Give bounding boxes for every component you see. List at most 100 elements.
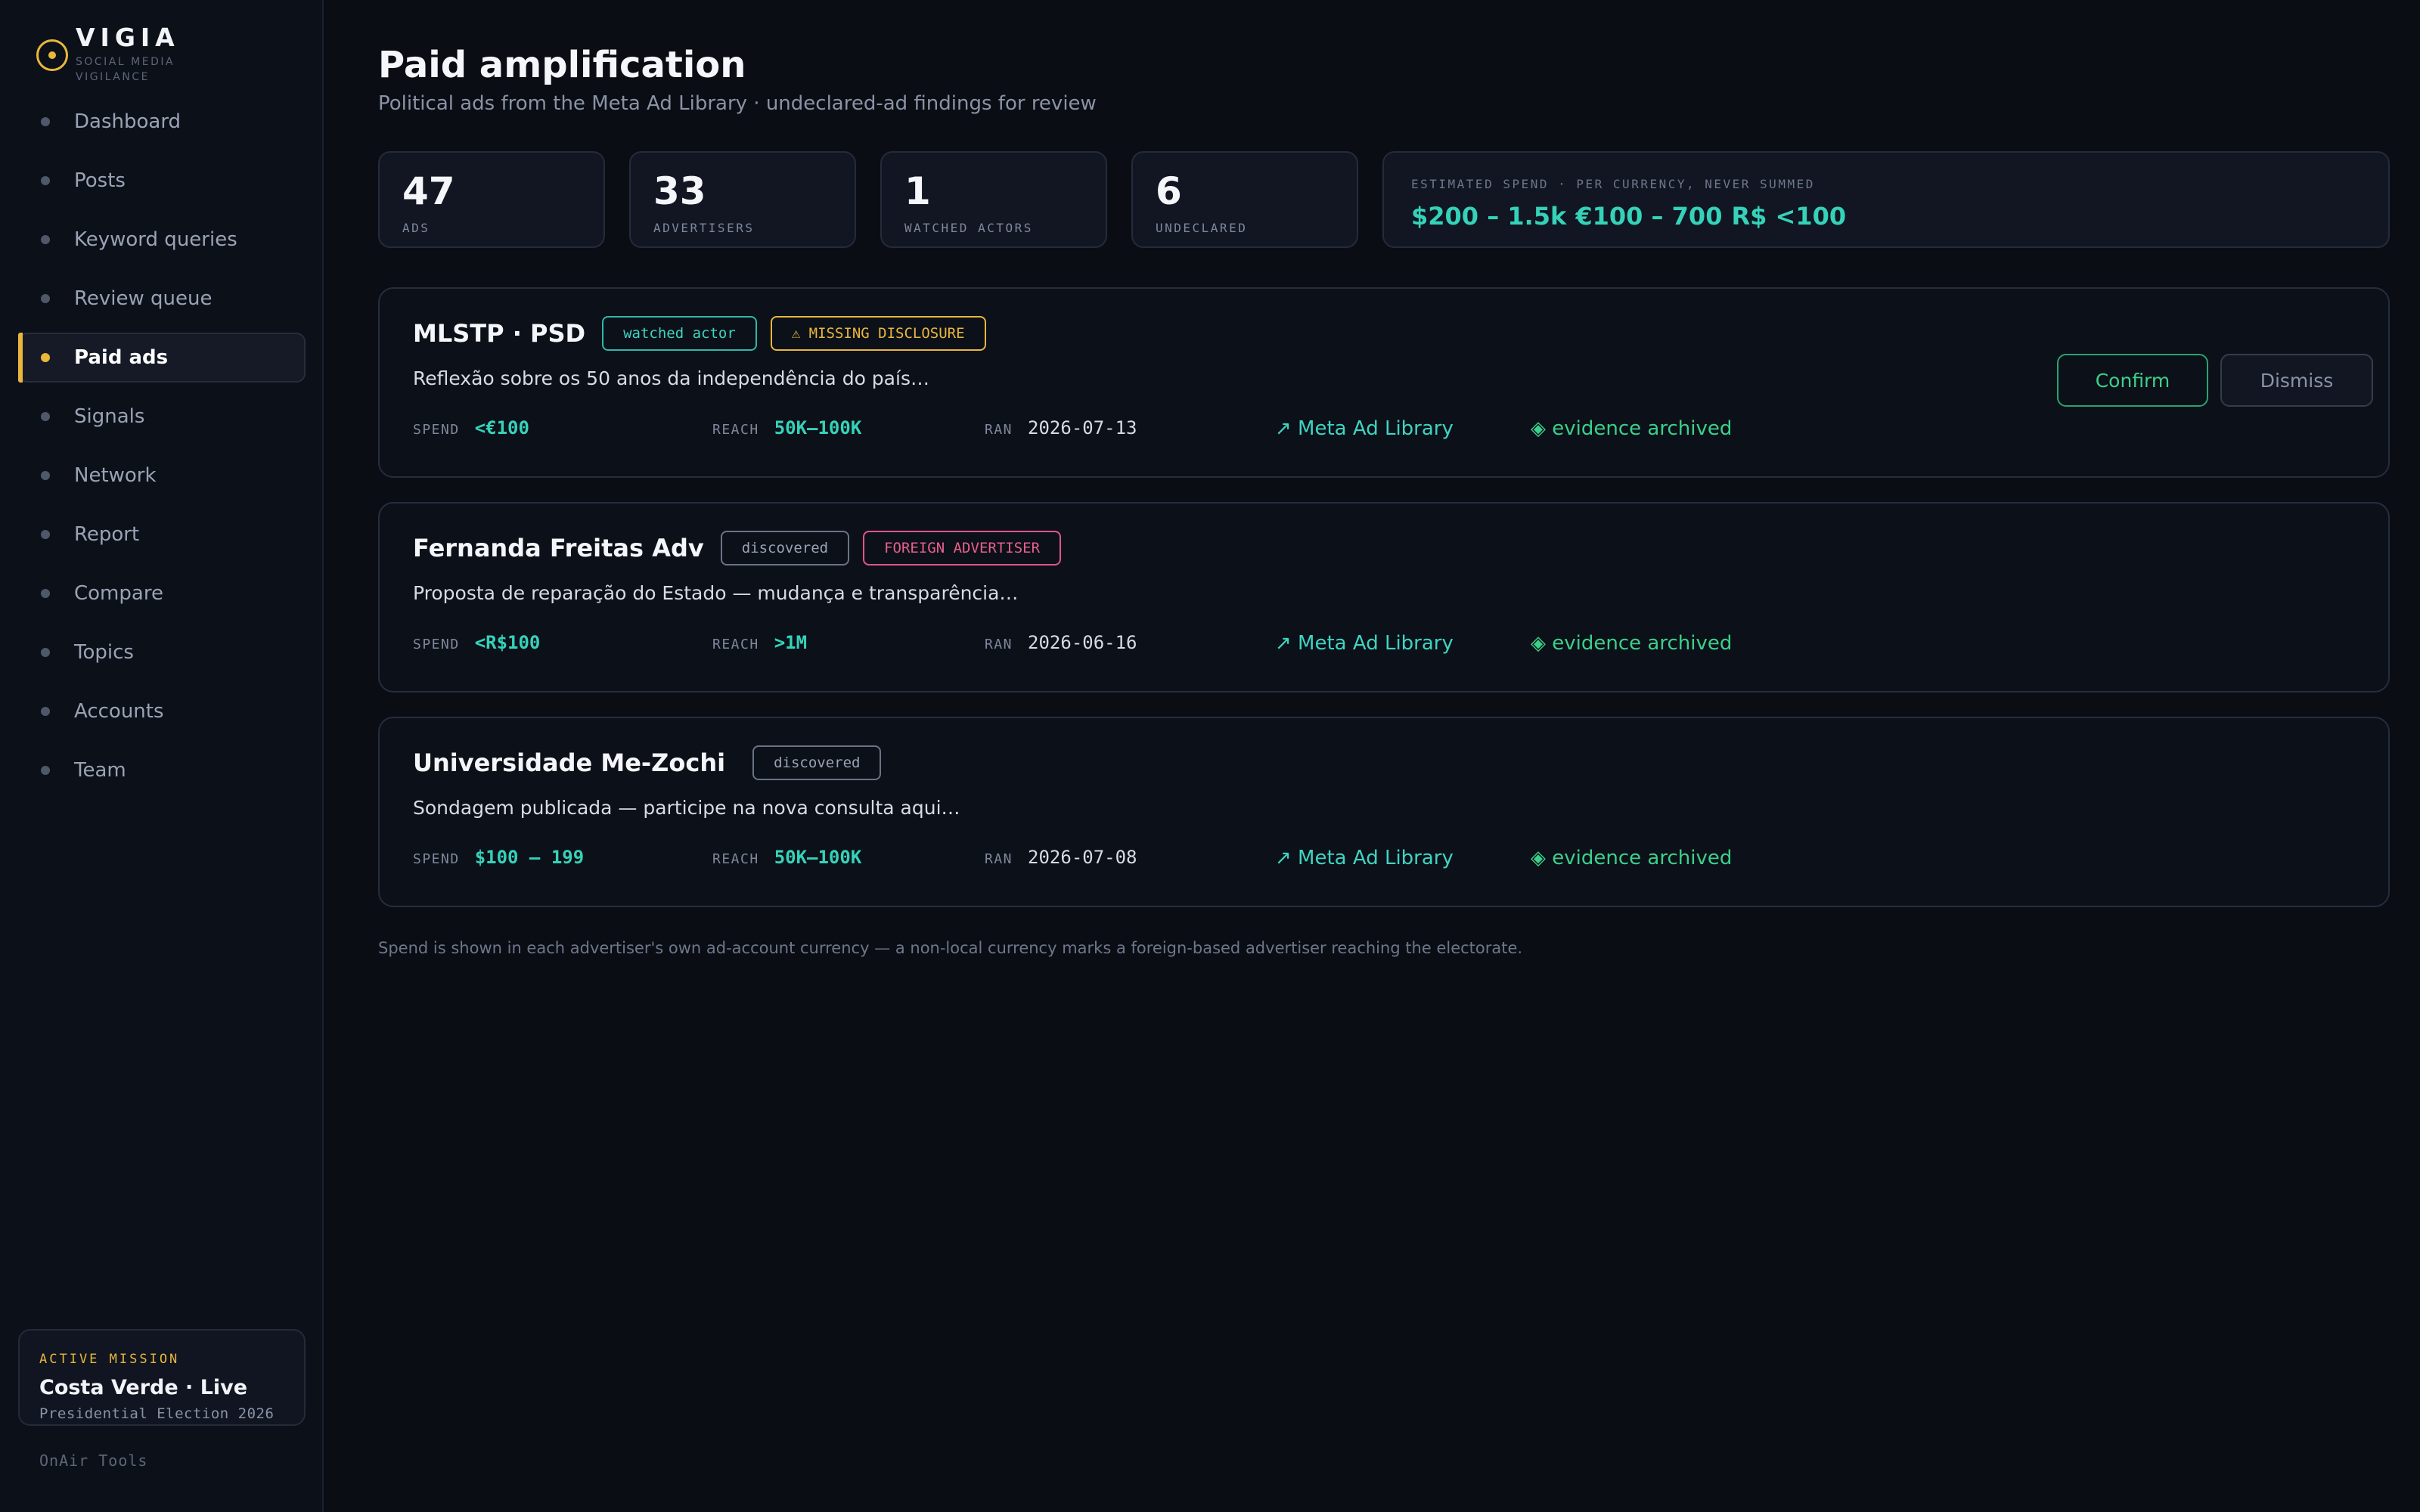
ad-card[interactable]: Universidade Me-Zochi discovered Sondage… [378, 717, 2390, 907]
tag-discovered: discovered [752, 745, 882, 780]
sidebar-item-label: Paid ads [74, 346, 169, 369]
mission-subtitle: Presidential Election 2026 [39, 1405, 275, 1422]
ad-card[interactable]: MLSTP · PSD watched actor ⚠ MISSING DISC… [378, 287, 2390, 478]
sidebar-item-label: Review queue [74, 287, 213, 310]
sidebar-item-report[interactable]: Report [18, 510, 306, 559]
mission-title: Costa Verde · Live [39, 1376, 248, 1399]
tag-watched-actor: watched actor [602, 316, 757, 351]
bullet-icon [41, 117, 50, 126]
ad-text: Sondagem publicada — participe na nova c… [413, 797, 960, 819]
sidebar-item-label: Signals [74, 405, 145, 428]
ad-text: Proposta de reparação do Estado — mudanç… [413, 582, 1019, 604]
stat-label: ADS [402, 221, 430, 235]
ran-date: 2026-07-13 [1028, 417, 1137, 438]
stat-value: 33 [653, 169, 706, 213]
sidebar-item-dashboard[interactable]: Dashboard [18, 97, 306, 147]
brand-subtitle: SOCIAL MEDIA VIGILANCE [76, 56, 175, 83]
sidebar-item-label: Network [74, 464, 157, 487]
vigia-logo-icon [36, 39, 68, 71]
sidebar-item-topics[interactable]: Topics [18, 627, 306, 677]
bullet-icon [41, 235, 50, 244]
sidebar: VIGIA SOCIAL MEDIA VIGILANCE Dashboard P… [0, 0, 324, 1512]
stat-ads: 47 ADS [378, 151, 605, 248]
stat-value: 6 [1156, 169, 1182, 213]
brand[interactable]: VIGIA SOCIAL MEDIA VIGILANCE [36, 24, 189, 85]
bullet-icon [41, 294, 50, 303]
bullet-icon [41, 176, 50, 185]
brand-name: VIGIA [76, 23, 180, 52]
bullet-icon [41, 707, 50, 716]
ad-card[interactable]: Fernanda Freitas Adv discovered FOREIGN … [378, 502, 2390, 692]
spend-value: <€100 [474, 417, 529, 438]
tag-missing-disclosure: ⚠ MISSING DISCLOSURE [770, 316, 986, 351]
spend-value-usd: $200 – 1.5k [1411, 202, 1567, 231]
meta-ad-library-link[interactable]: ↗ Meta Ad Library [1275, 417, 1454, 440]
ran-label: RAN [985, 851, 1013, 867]
spend-value-eur: €100 – 700 [1575, 202, 1723, 231]
bullet-icon [41, 412, 50, 421]
tag-discovered: discovered [720, 531, 850, 565]
spend-label: ESTIMATED SPEND · PER CURRENCY, NEVER SU… [1411, 177, 1815, 191]
evidence-archived-link[interactable]: ◈ evidence archived [1531, 632, 1732, 655]
advertiser-name: Universidade Me-Zochi [413, 748, 726, 777]
spend-values: $200 – 1.5k €100 – 700 R$ <100 [1411, 202, 2361, 231]
sidebar-item-compare[interactable]: Compare [18, 569, 306, 618]
advertiser-name: MLSTP · PSD [413, 319, 586, 348]
evidence-archived-link[interactable]: ◈ evidence archived [1531, 847, 1732, 869]
spend-value: $100 – 199 [474, 847, 585, 868]
stat-label: WATCHED ACTORS [904, 221, 1033, 235]
bullet-icon [41, 648, 50, 657]
spend-value-brl: R$ <100 [1731, 202, 1847, 231]
meta-ad-library-link[interactable]: ↗ Meta Ad Library [1275, 847, 1454, 869]
ran-label: RAN [985, 637, 1013, 652]
meta-ad-library-link[interactable]: ↗ Meta Ad Library [1275, 632, 1454, 655]
stat-undeclared: 6 UNDECLARED [1131, 151, 1358, 248]
spend-label: SPEND [413, 851, 460, 867]
reach-value: >1M [774, 632, 808, 653]
reach-label: REACH [712, 422, 759, 438]
stat-value: 47 [402, 169, 455, 213]
sidebar-item-label: Compare [74, 582, 163, 605]
sidebar-item-signals[interactable]: Signals [18, 392, 306, 442]
bullet-icon [41, 530, 50, 539]
bullet-icon [41, 471, 50, 480]
sidebar-item-team[interactable]: Team [18, 745, 306, 795]
advertiser-name: Fernanda Freitas Adv [413, 534, 704, 562]
sidebar-item-accounts[interactable]: Accounts [18, 686, 306, 736]
spend-value: <R$100 [474, 632, 541, 653]
stats-row: 47 ADS 33 ADVERTISERS 1 WATCHED ACTORS 6… [378, 151, 2390, 248]
sidebar-item-label: Keyword queries [74, 228, 237, 251]
footer-tools-link[interactable]: OnAir Tools [39, 1452, 147, 1470]
bullet-icon [41, 353, 50, 362]
stat-label: UNDECLARED [1156, 221, 1248, 235]
spend-label: SPEND [413, 422, 460, 438]
bullet-icon [41, 766, 50, 775]
sidebar-item-review-queue[interactable]: Review queue [18, 274, 306, 324]
sidebar-item-label: Dashboard [74, 110, 182, 133]
dismiss-button[interactable]: Dismiss [2220, 354, 2373, 407]
sidebar-item-posts[interactable]: Posts [18, 156, 306, 206]
sidebar-item-label: Posts [74, 169, 126, 192]
reach-label: REACH [712, 851, 759, 867]
stat-advertisers: 33 ADVERTISERS [629, 151, 856, 248]
ran-date: 2026-06-16 [1028, 632, 1137, 653]
stat-label: ADVERTISERS [653, 221, 755, 235]
ran-date: 2026-07-08 [1028, 847, 1137, 868]
confirm-button[interactable]: Confirm [2057, 354, 2208, 407]
page-subtitle: Political ads from the Meta Ad Library ·… [378, 92, 1097, 115]
stat-value: 1 [904, 169, 931, 213]
sidebar-item-label: Accounts [74, 700, 164, 723]
active-mission-card[interactable]: ACTIVE MISSION Costa Verde · Live Presid… [18, 1329, 306, 1426]
reach-value: 50K–100K [774, 847, 862, 868]
sidebar-item-label: Topics [74, 641, 134, 664]
estimated-spend-card: ESTIMATED SPEND · PER CURRENCY, NEVER SU… [1382, 151, 2390, 248]
sidebar-item-paid-ads[interactable]: Paid ads [18, 333, 306, 383]
reach-label: REACH [712, 637, 759, 652]
mission-label: ACTIVE MISSION [39, 1352, 180, 1367]
footnote: Spend is shown in each advertiser's own … [378, 939, 1523, 957]
sidebar-item-network[interactable]: Network [18, 451, 306, 500]
tag-foreign-advertiser: FOREIGN ADVERTISER [863, 531, 1062, 565]
evidence-archived-link[interactable]: ◈ evidence archived [1531, 417, 1732, 440]
stat-watched-actors: 1 WATCHED ACTORS [880, 151, 1107, 248]
sidebar-item-keyword-queries[interactable]: Keyword queries [18, 215, 306, 265]
